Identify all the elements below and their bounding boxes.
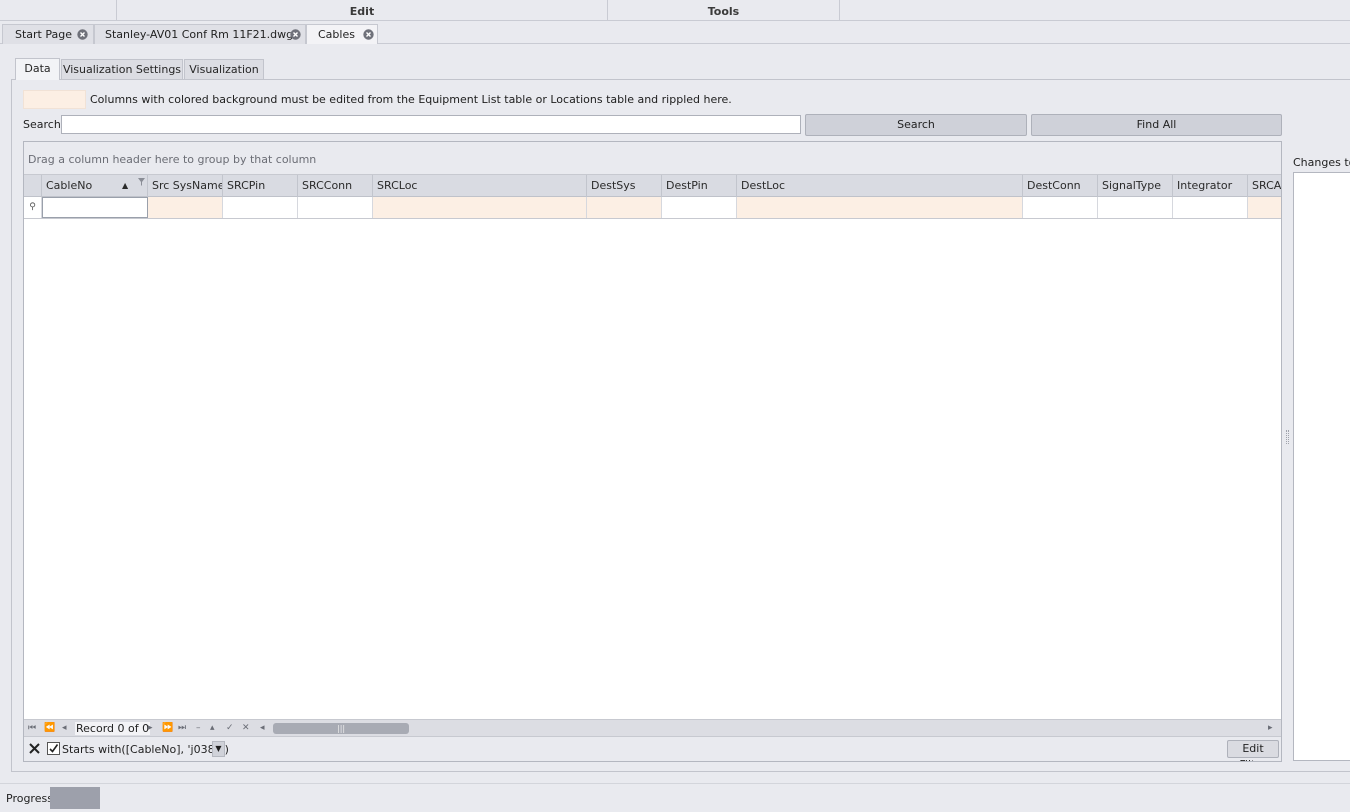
tab-data[interactable]: Data (15, 58, 60, 80)
panel-splitter[interactable] (1286, 430, 1289, 444)
document-tab-strip: Start Page Stanley-AV01 Conf Rm 11F21.dw… (0, 22, 1350, 44)
column-header-srcpin[interactable]: SRCPin (223, 175, 298, 197)
doc-tab-cables[interactable]: Cables (306, 24, 378, 44)
filter-cell-srcconn[interactable] (298, 197, 373, 218)
data-navigator: ⏮ ⏪ ◂ Record 0 of 0 ▸ ⏩ ⏭ – ▴ ✓ ✕ ◂ ||| … (24, 719, 1281, 736)
legend-text: Columns with colored background must be … (90, 93, 732, 106)
scroll-grip-icon: ||| (337, 724, 346, 733)
chevron-down-icon: ▼ (215, 744, 222, 753)
search-button[interactable]: Search (805, 114, 1027, 136)
column-header-destconn[interactable]: DestConn (1023, 175, 1098, 197)
filter-cell-src-sysname[interactable] (148, 197, 223, 218)
end-edit-icon[interactable]: ✓ (226, 722, 234, 734)
group-by-panel[interactable]: Drag a column header here to group by th… (24, 142, 1281, 175)
previous-record-icon[interactable]: ◂ (62, 722, 67, 734)
close-icon[interactable] (290, 29, 301, 40)
scroll-right-icon[interactable]: ▸ (1268, 722, 1273, 734)
progress-label: Progress (6, 792, 53, 805)
column-header-signaltype[interactable]: SignalType (1098, 175, 1173, 197)
filter-cell-destloc[interactable] (737, 197, 1023, 218)
column-header-srcloc[interactable]: SRCLoc (373, 175, 587, 197)
filter-cell-srcal[interactable] (1248, 197, 1281, 218)
column-header-srcal[interactable]: SRCAl (1248, 175, 1281, 197)
grid-data-area[interactable] (24, 219, 1281, 719)
filter-expression[interactable]: Starts with([CableNo], 'j0385') (62, 743, 229, 756)
edit-record-icon[interactable]: ▴ (210, 722, 215, 734)
first-record-icon[interactable]: ⏮ (28, 722, 36, 734)
next-page-icon[interactable]: ⏩ (162, 722, 173, 734)
filter-cell-signaltype[interactable] (1098, 197, 1173, 218)
column-header-label: CableNo (46, 179, 93, 192)
column-header-row: CableNo ▲ Src SysName SRCPin SRCConn SRC… (24, 175, 1281, 197)
ribbon-group-bar: Edit Tools (0, 0, 1350, 21)
column-header-integrator[interactable]: Integrator (1173, 175, 1248, 197)
delete-record-icon[interactable]: – (196, 722, 201, 734)
record-counter: Record 0 of 0 (75, 722, 151, 735)
changes-list[interactable] (1293, 172, 1350, 761)
doc-tab-start-page[interactable]: Start Page (2, 24, 94, 44)
progress-fill (50, 787, 100, 809)
ribbon-group-edit: Edit (349, 5, 375, 18)
search-label: Search (23, 118, 61, 131)
doc-tab-drawing[interactable]: Stanley-AV01 Conf Rm 11F21.dwg* (94, 24, 306, 44)
search-input[interactable] (61, 115, 801, 134)
filter-cell-integrator[interactable] (1173, 197, 1248, 218)
filter-history-dropdown[interactable]: ▼ (212, 741, 225, 757)
doc-tab-label: Cables (318, 28, 355, 41)
filter-cell-destpin[interactable] (662, 197, 737, 218)
filter-icon[interactable] (138, 178, 145, 186)
column-header-cableno[interactable]: CableNo ▲ (42, 175, 148, 197)
filter-cell-destsys[interactable] (587, 197, 662, 218)
tab-visualization-settings[interactable]: Visualization Settings (61, 59, 183, 79)
column-header-destloc[interactable]: DestLoc (737, 175, 1023, 197)
filter-cell-srcloc[interactable] (373, 197, 587, 218)
status-bar: Progress (0, 783, 1350, 812)
column-header-srcconn[interactable]: SRCConn (298, 175, 373, 197)
filter-enabled-checkbox[interactable] (47, 742, 60, 755)
close-icon[interactable] (363, 29, 374, 40)
previous-page-icon[interactable]: ⏪ (44, 722, 55, 734)
cancel-edit-icon[interactable]: ✕ (242, 722, 250, 734)
tab-visualization[interactable]: Visualization (184, 59, 264, 79)
cables-grid: Drag a column header here to group by th… (23, 141, 1282, 762)
column-header-destpin[interactable]: DestPin (662, 175, 737, 197)
changes-panel-label: Changes to (1293, 156, 1350, 169)
clear-filter-icon[interactable] (29, 743, 40, 754)
group-by-hint: Drag a column header here to group by th… (28, 153, 317, 166)
column-header-destsys[interactable]: DestSys (587, 175, 662, 197)
progress-bar (50, 787, 100, 809)
edit-filter-button[interactable]: Edit Filter (1227, 740, 1279, 761)
filter-cell-srcpin[interactable] (223, 197, 298, 218)
auto-filter-row: ⚲ (24, 197, 1281, 219)
close-icon[interactable] (77, 29, 88, 40)
horizontal-scrollbar-thumb[interactable]: ||| (273, 723, 409, 734)
legend-color-swatch (23, 90, 86, 109)
last-record-icon[interactable]: ⏭ (178, 722, 186, 734)
filter-row-indicator-icon: ⚲ (24, 197, 42, 218)
column-header-src-sysname[interactable]: Src SysName (148, 175, 223, 197)
checkmark-icon (49, 744, 59, 753)
next-record-icon[interactable]: ▸ (148, 722, 153, 734)
row-indicator-header (24, 175, 42, 197)
filter-panel: Starts with([CableNo], 'j0385') ▼ Edit F… (24, 736, 1281, 761)
doc-tab-label: Stanley-AV01 Conf Rm 11F21.dwg* (105, 28, 299, 41)
ribbon-separator (839, 0, 840, 21)
doc-tab-label: Start Page (15, 28, 72, 41)
sort-ascending-icon: ▲ (122, 181, 129, 190)
filter-cell-cableno[interactable] (42, 197, 148, 218)
scroll-left-icon[interactable]: ◂ (260, 722, 265, 734)
ribbon-group-tools: Tools (707, 5, 740, 18)
filter-cell-destconn[interactable] (1023, 197, 1098, 218)
find-all-button[interactable]: Find All (1031, 114, 1282, 136)
